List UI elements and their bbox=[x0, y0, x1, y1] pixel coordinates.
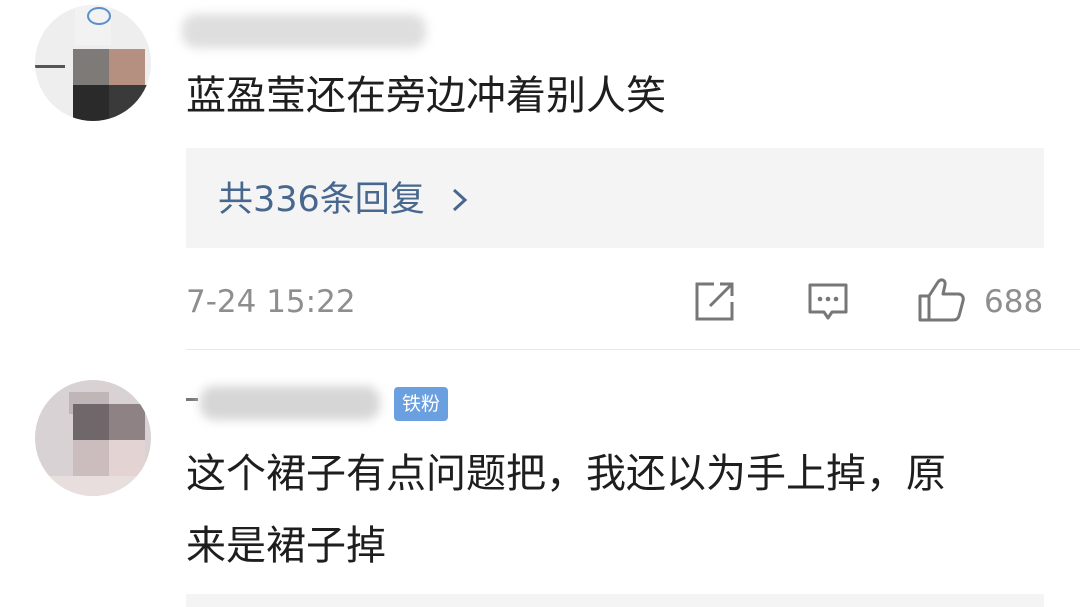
username-blurred[interactable] bbox=[200, 386, 380, 420]
fan-badge[interactable]: 铁粉 bbox=[394, 387, 448, 421]
comment-timestamp: 7-24 15:22 bbox=[186, 284, 356, 320]
view-replies-link[interactable]: 共336条回复 bbox=[218, 176, 470, 224]
divider bbox=[186, 349, 1080, 350]
avatar[interactable] bbox=[35, 5, 151, 121]
like-count: 688 bbox=[984, 284, 1044, 320]
comment-icon[interactable] bbox=[806, 280, 850, 324]
share-icon[interactable] bbox=[692, 280, 736, 324]
comment-text-line-1: 这个裙子有点问题把，我还以为手上掉，原 bbox=[186, 451, 946, 497]
username-fragment bbox=[186, 398, 198, 401]
avatar[interactable] bbox=[35, 380, 151, 496]
replies-panel[interactable] bbox=[186, 594, 1044, 607]
comment-text: 蓝盈莹还在旁边冲着别人笑 bbox=[186, 73, 666, 119]
username-blurred[interactable] bbox=[182, 14, 426, 48]
replies-count-label: 共336条回复 bbox=[218, 180, 425, 220]
comment-text-line-2: 来是裙子掉 bbox=[186, 523, 386, 569]
chevron-right-icon bbox=[452, 188, 468, 212]
thumb-up-icon[interactable] bbox=[916, 276, 966, 324]
